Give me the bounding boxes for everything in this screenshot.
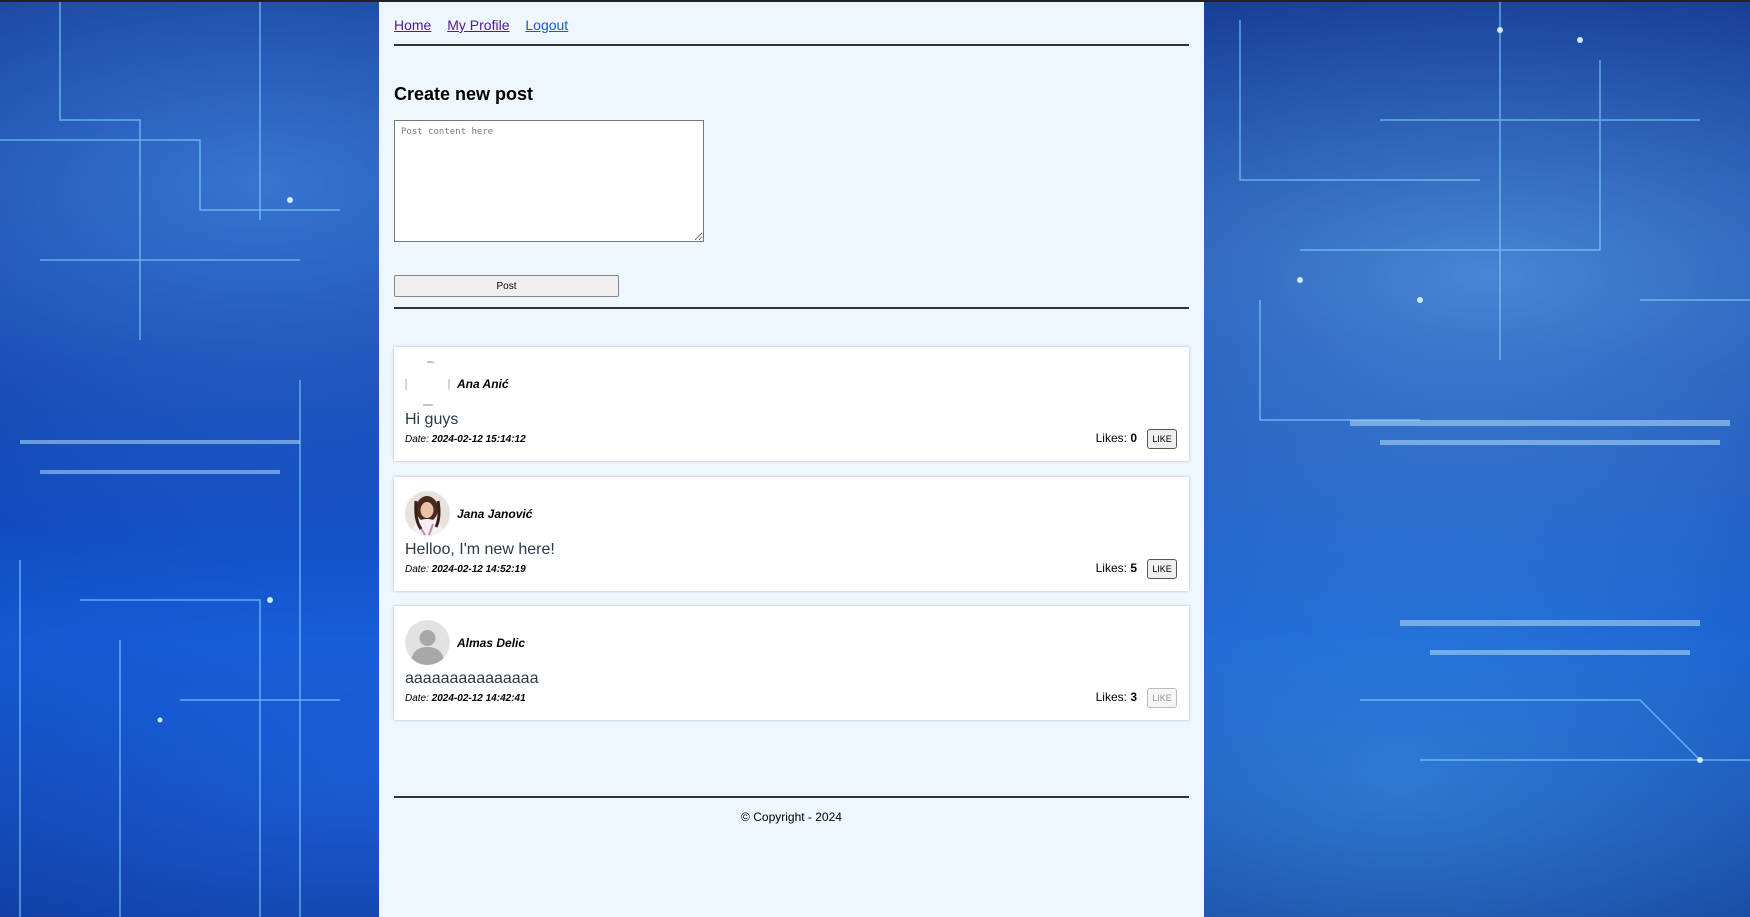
likes-count: Likes: 5 <box>1096 561 1137 575</box>
nav-divider <box>394 44 1189 46</box>
main-container: Home My Profile Logout Create new post P… <box>379 2 1204 917</box>
post-card: Ana Anić Hi guys Date: 2024-02-12 15:14:… <box>394 347 1189 461</box>
date-label: Date: <box>405 434 429 445</box>
likes-label: Likes: <box>1095 690 1127 704</box>
nav-link-logout[interactable]: Logout <box>525 17 568 33</box>
post-date: Date: 2024-02-12 14:52:19 <box>405 564 526 575</box>
post-author: Almas Delic <box>457 636 526 650</box>
likes-count: Likes: 0 <box>1096 431 1137 445</box>
date-value: 2024-02-12 14:52:19 <box>431 564 526 575</box>
likes-count: Likes: 3 <box>1096 690 1137 704</box>
copyright-footer: © Copyright - 2024 <box>741 810 842 824</box>
post-card: Jana Janović Helloo, I'm new here! Date:… <box>394 477 1189 591</box>
date-label: Date: <box>405 564 429 575</box>
top-navigation: Home My Profile Logout <box>394 17 580 33</box>
post-content: aaaaaaaaaaaaaaa <box>405 670 539 687</box>
post-content-input[interactable] <box>394 120 704 242</box>
post-card: Almas Delic aaaaaaaaaaaaaaa Date: 2024-0… <box>394 606 1189 720</box>
post-content: Helloo, I'm new here! <box>405 541 555 558</box>
footer-divider <box>394 796 1189 798</box>
post-author: Ana Anić <box>457 377 509 391</box>
likes-value: 3 <box>1130 690 1137 704</box>
create-post-heading: Create new post <box>394 84 534 104</box>
likes-value: 5 <box>1130 561 1137 575</box>
likes-label: Likes: <box>1095 561 1127 575</box>
broken-image-avatar-icon <box>405 361 450 406</box>
nav-link-my-profile[interactable]: My Profile <box>447 17 509 33</box>
create-divider <box>394 307 1189 309</box>
like-button[interactable]: LIKE <box>1147 559 1177 579</box>
post-author: Jana Janović <box>457 507 533 521</box>
user-photo-avatar-icon <box>405 491 450 536</box>
post-button[interactable]: Post <box>394 275 619 297</box>
date-value: 2024-02-12 15:14:12 <box>431 434 526 445</box>
date-value: 2024-02-12 14:42:41 <box>431 693 526 704</box>
like-button[interactable]: LIKE <box>1147 429 1177 449</box>
post-date: Date: 2024-02-12 15:14:12 <box>405 434 526 445</box>
likes-value: 0 <box>1130 431 1137 445</box>
nav-link-home[interactable]: Home <box>394 17 431 33</box>
date-label: Date: <box>405 693 429 704</box>
likes-label: Likes: <box>1095 431 1127 445</box>
like-button[interactable]: LIKE <box>1147 688 1177 708</box>
default-user-avatar-icon <box>405 620 450 665</box>
post-content: Hi guys <box>405 411 459 428</box>
post-date: Date: 2024-02-12 14:42:41 <box>405 693 526 704</box>
